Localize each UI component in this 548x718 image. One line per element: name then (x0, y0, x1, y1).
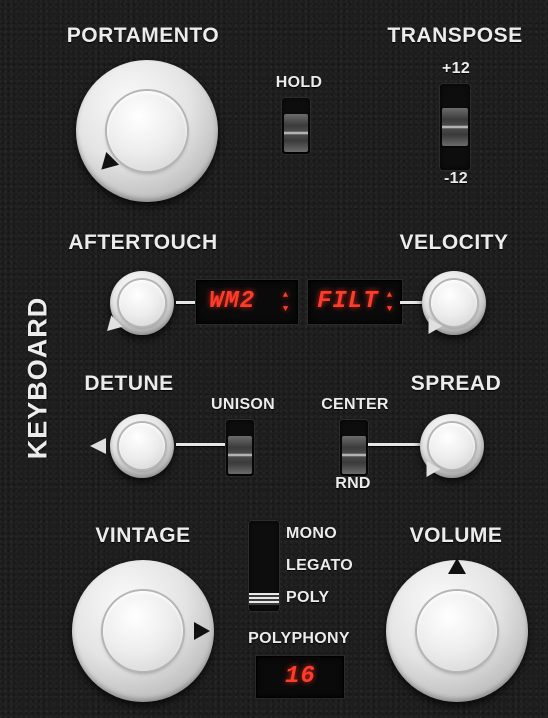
center-rnd-switch-lever (342, 436, 366, 474)
hold-label: HOLD (275, 74, 323, 91)
unison-switch-lever (228, 436, 252, 474)
portamento-label: PORTAMENTO (66, 24, 220, 47)
transpose-top-value: +12 (441, 60, 471, 77)
transpose-switch[interactable] (440, 84, 470, 170)
detune-knob[interactable] (90, 414, 174, 478)
transpose-bottom-value: -12 (443, 170, 469, 187)
polyphony-display[interactable]: 16 (256, 656, 344, 698)
detune-connector (176, 443, 228, 446)
velocity-connector (400, 301, 422, 304)
volume-label: VOLUME (409, 524, 503, 547)
aftertouch-label: AFTERTOUCH (68, 231, 218, 254)
voice-mode-switch-lever (249, 593, 279, 605)
voice-mode-option-legato[interactable]: LEGATO (286, 557, 353, 575)
velocity-label: VELOCITY (399, 231, 509, 254)
transpose-switch-lever (442, 108, 468, 146)
detune-knob-cap (119, 423, 165, 469)
detune-label: DETUNE (84, 372, 174, 395)
aftertouch-display-value: WM2 (209, 288, 256, 315)
vintage-pointer-icon (194, 622, 210, 640)
spread-knob[interactable] (419, 414, 484, 482)
center-rnd-switch[interactable] (340, 420, 368, 476)
voice-mode-switch[interactable] (249, 521, 279, 611)
hold-switch[interactable] (282, 98, 310, 154)
vintage-knob[interactable] (72, 560, 214, 702)
rnd-label: RND (335, 475, 371, 492)
aftertouch-connector (176, 301, 196, 304)
vintage-knob-cap (103, 591, 183, 671)
portamento-knob-cap (107, 91, 187, 171)
voice-mode-option-mono[interactable]: MONO (286, 525, 337, 543)
unison-switch[interactable] (226, 420, 254, 476)
vintage-label: VINTAGE (95, 524, 191, 547)
unison-label: UNISON (210, 396, 276, 413)
hold-switch-lever (284, 114, 308, 152)
spread-knob-cap (429, 423, 475, 469)
aftertouch-display[interactable]: WM2 ▲ ▼ (196, 280, 298, 324)
aftertouch-knob-cap (119, 280, 165, 326)
aftertouch-knob[interactable] (101, 271, 174, 337)
transpose-label: TRANSPOSE (387, 24, 523, 47)
spread-label: SPREAD (410, 372, 502, 395)
portamento-knob[interactable] (76, 60, 218, 202)
volume-pointer-icon (448, 558, 466, 574)
detune-pointer-icon (90, 438, 106, 454)
velocity-updown-icon[interactable]: ▲ ▼ (385, 288, 395, 316)
velocity-display[interactable]: FILT ▲ ▼ (308, 280, 402, 324)
velocity-knob[interactable] (421, 271, 486, 339)
center-label: CENTER (321, 396, 389, 413)
velocity-display-value: FILT (317, 288, 379, 315)
velocity-knob-cap (431, 280, 477, 326)
section-title-keyboard: KEYBOARD (22, 296, 53, 460)
spread-connector (368, 443, 420, 446)
aftertouch-updown-icon[interactable]: ▲ ▼ (281, 288, 291, 316)
polyphony-label: POLYPHONY (248, 630, 350, 647)
voice-mode-option-poly[interactable]: POLY (286, 589, 329, 607)
polyphony-display-value: 16 (285, 663, 316, 690)
volume-knob[interactable] (386, 558, 528, 702)
volume-knob-cap (417, 591, 497, 671)
